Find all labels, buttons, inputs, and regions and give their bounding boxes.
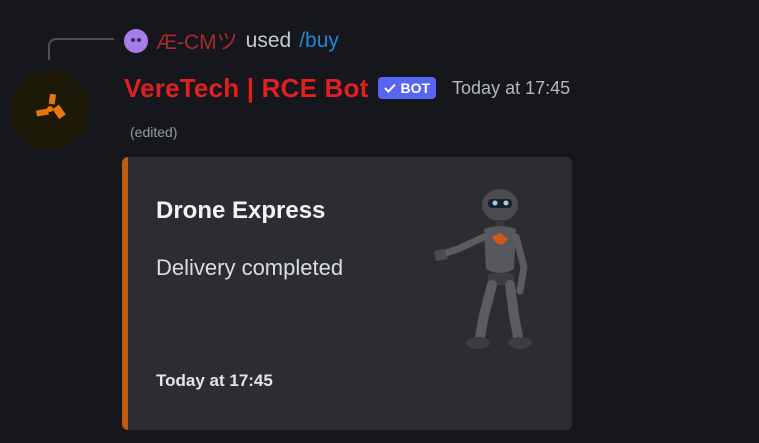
reply-context[interactable]: Æ-CMツ used /buy [124, 26, 339, 56]
message-header: VereTech | RCE Bot BOT Today at 17:45 [124, 70, 570, 106]
chat-frame: Æ-CMツ used /buy VereTech | RCE Bot BOT T… [0, 0, 759, 443]
author-name[interactable]: VereTech | RCE Bot [124, 73, 368, 104]
embed-card: Drone Express Delivery completed Today a… [122, 157, 572, 430]
reply-connector-line [48, 38, 114, 60]
reply-used-text: used [245, 29, 292, 52]
checkmark-icon [384, 83, 397, 93]
rust-logo-icon [36, 93, 66, 120]
embed-footer-timestamp: Today at 17:45 [156, 371, 273, 390]
robot-face-icon[interactable] [124, 29, 148, 53]
embed-description: Delivery completed [156, 255, 344, 280]
robot-thumbnail-icon[interactable] [418, 187, 548, 352]
edited-label: (edited) [130, 124, 178, 140]
slash-command[interactable]: /buy [299, 29, 339, 53]
bot-avatar[interactable] [10, 70, 90, 150]
reply-username[interactable]: Æ-CMツ [156, 26, 238, 56]
bot-badge-label: BOT [400, 80, 431, 96]
embed-title: Drone Express [156, 197, 326, 224]
bot-badge: BOT [378, 77, 437, 99]
message-timestamp[interactable]: Today at 17:45 [452, 78, 570, 99]
